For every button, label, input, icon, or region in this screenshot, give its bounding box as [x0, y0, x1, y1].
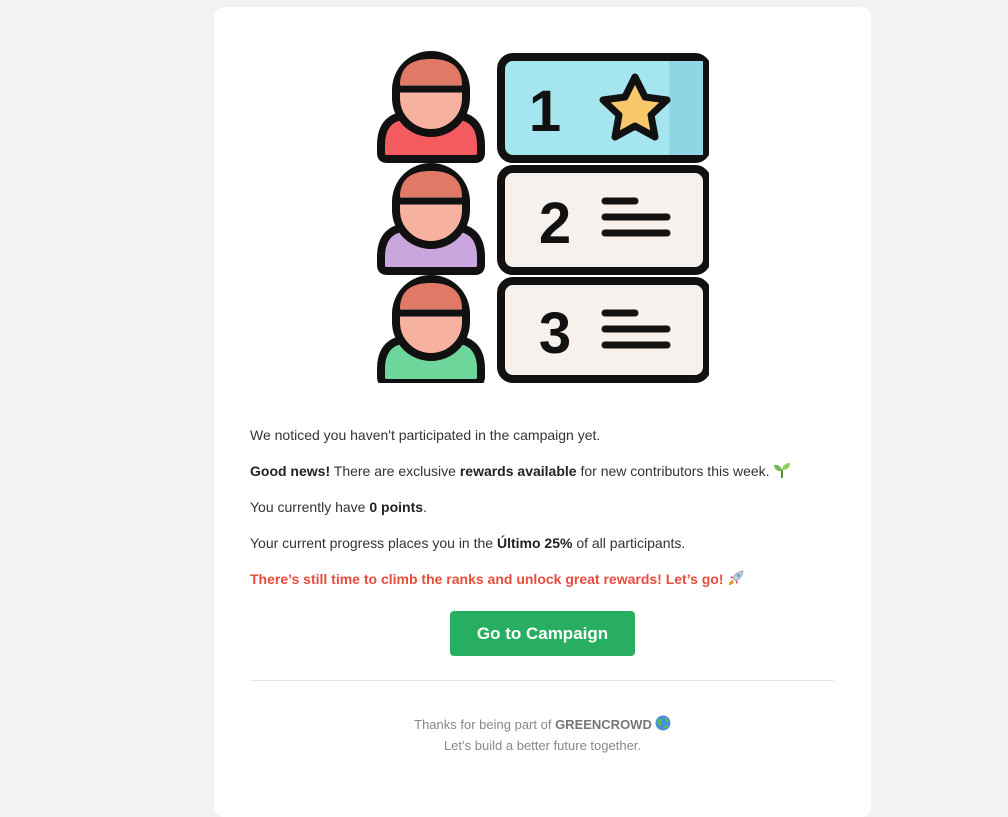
rank-row-2: 2 — [377, 163, 709, 275]
footer-thanks: Thanks for being part of GREENCROWD — [214, 714, 871, 735]
good-news-line: Good news! There are exclusive rewards a… — [250, 461, 840, 481]
rank-number-2: 2 — [539, 191, 571, 256]
rank-number-1: 1 — [529, 79, 561, 144]
footer: Thanks for being part of GREENCROWD Let’… — [214, 714, 871, 756]
rank-number-3: 3 — [539, 301, 571, 366]
globe-icon — [655, 715, 671, 731]
leaderboard-illustration: 1 2 3 — [377, 51, 709, 383]
button-container: Go to Campaign — [214, 611, 871, 656]
rank-row-1: 1 — [377, 51, 709, 163]
seedling-icon — [773, 463, 790, 478]
participation-notice: We noticed you haven't participated in t… — [250, 427, 601, 443]
user-avatar-purple-icon — [377, 163, 485, 275]
rocket-icon — [728, 570, 744, 585]
message-body: We noticed you haven't participated in t… — [250, 425, 840, 589]
user-avatar-red-icon — [377, 51, 485, 163]
user-avatar-green-icon — [377, 275, 485, 383]
footer-tagline: Let’s build a better future together. — [443, 738, 642, 753]
email-card: 1 2 3 We noticed you haven't participate… — [214, 7, 871, 817]
percentile-value: Último 25% — [496, 535, 573, 551]
progress-line: Your current progress places you in the … — [250, 535, 686, 551]
points-value: 0 points — [369, 499, 424, 515]
go-to-campaign-button[interactable]: Go to Campaign — [449, 611, 636, 656]
call-to-action-text: There’s still time to climb the ranks an… — [250, 569, 840, 589]
divider — [250, 680, 834, 681]
brand-name: GREENCROWD — [555, 717, 652, 732]
rank-row-3: 3 — [377, 275, 709, 383]
points-line: You currently have 0 points. — [250, 499, 427, 515]
